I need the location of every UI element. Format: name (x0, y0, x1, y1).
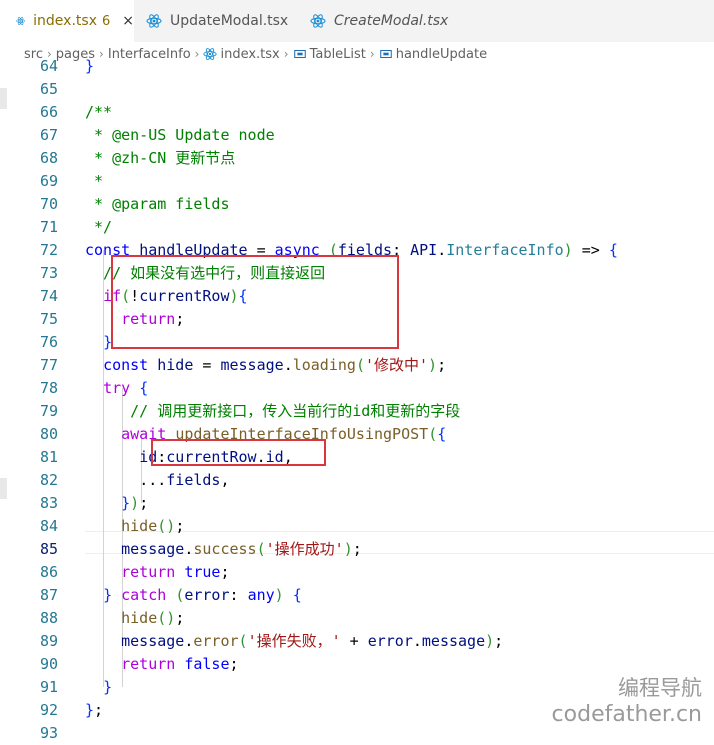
tab-label: UpdateModal.tsx (170, 13, 289, 29)
code-text: } (103, 678, 113, 696)
line-number: 87 (39, 586, 58, 604)
line-number: 73 (39, 264, 58, 282)
line-number: 64 (39, 57, 58, 75)
tab-label: index.tsx (33, 13, 97, 29)
code-line: 78 try { (0, 377, 714, 400)
line-number: 84 (39, 517, 58, 535)
code-line: 77 const hide = message.loading('修改中'); (0, 354, 714, 377)
code-text: }); (121, 494, 149, 512)
code-text: } (85, 57, 95, 75)
code-text: } (103, 333, 113, 351)
line-number: 89 (39, 632, 58, 650)
line-number: 66 (39, 103, 58, 121)
line-number: 75 (39, 310, 58, 328)
line-number: 65 (39, 80, 58, 98)
code-line: 87 } catch (error: any) { (0, 584, 714, 607)
line-number: 68 (39, 149, 58, 167)
code-line: 91 } (0, 676, 714, 699)
code-line: 85 message.success('操作成功'); (0, 538, 714, 561)
watermark-title: 编程导航 (618, 676, 702, 700)
code-line: 86 return true; (0, 561, 714, 584)
code-text: * @zh-CN 更新节点 (85, 149, 236, 167)
code-text: const hide = message.loading('修改中'); (103, 356, 447, 374)
code-line: 82 ...fields, (0, 469, 714, 492)
code-text: try { (103, 379, 149, 397)
line-number: 78 (39, 379, 58, 397)
line-number: 76 (39, 333, 58, 351)
code-line: 70 * @param fields (0, 193, 714, 216)
line-number: 74 (39, 287, 58, 305)
react-icon (310, 14, 326, 28)
code-text: * @param fields (85, 195, 230, 213)
tab-index-tsx[interactable]: index.tsx 6 × (0, 0, 134, 42)
code-line: 69 * (0, 170, 714, 193)
code-text: return false; (121, 655, 239, 673)
code-text: message.success('操作成功'); (121, 540, 362, 558)
code-line: 68 * @zh-CN 更新节点 (0, 147, 714, 170)
react-icon (146, 14, 162, 28)
line-number: 77 (39, 356, 58, 374)
code-line: 81 id:currentRow.id, (0, 446, 714, 469)
line-number: 69 (39, 172, 58, 190)
line-number: 83 (39, 494, 58, 512)
code-line: 80 await updateInterfaceInfoUsingPOST({ (0, 423, 714, 446)
line-number: 70 (39, 195, 58, 213)
code-text: message.error('操作失败，' + error.message); (121, 632, 504, 650)
line-number: 85 (39, 540, 58, 558)
line-number: 67 (39, 126, 58, 144)
code-line: 79 // 调用更新接口，传入当前行的id和更新的字段 (0, 400, 714, 423)
code-line: 83 }); (0, 492, 714, 515)
code-text: * @en-US Update node (85, 126, 275, 144)
highlight-box-null-check (111, 255, 399, 349)
code-line: 64} (0, 55, 714, 78)
tab-label: CreateModal.tsx (334, 13, 449, 29)
line-number: 92 (39, 701, 58, 719)
line-number: 79 (39, 402, 58, 420)
line-number: 88 (39, 609, 58, 627)
react-icon (16, 17, 25, 25)
tab-createmodal-tsx[interactable]: CreateModal.tsx (298, 0, 456, 42)
tab-bar: index.tsx 6 × UpdateModal.tsx CreateModa… (0, 0, 714, 42)
line-number: 82 (39, 471, 58, 489)
problem-count-badge: 6 (101, 13, 111, 29)
watermark-url: codefather.cn (551, 702, 702, 727)
code-text: hide(); (121, 517, 185, 535)
code-text: ...fields, (139, 471, 230, 489)
code-line: 71 */ (0, 216, 714, 239)
code-line: 88 hide(); (0, 607, 714, 630)
code-text: // 调用更新接口，传入当前行的id和更新的字段 (85, 402, 461, 420)
code-line: 84 hide(); (0, 515, 714, 538)
code-line: 67 * @en-US Update node (0, 124, 714, 147)
highlight-box-id-field (151, 439, 326, 466)
code-text: * (85, 172, 104, 190)
code-text: return true; (121, 563, 230, 581)
code-text: */ (85, 218, 113, 236)
line-number: 71 (39, 218, 58, 236)
close-icon[interactable]: × (122, 13, 134, 29)
code-text: /** (85, 103, 113, 121)
code-text: } catch (error: any) { (103, 586, 302, 604)
line-number: 80 (39, 425, 58, 443)
tab-updatemodal-tsx[interactable]: UpdateModal.tsx (134, 0, 298, 42)
code-text: }; (85, 701, 104, 719)
code-line: 65 (0, 78, 714, 101)
code-line: 89 message.error('操作失败，' + error.message… (0, 630, 714, 653)
code-line: 90 return false; (0, 653, 714, 676)
code-editor[interactable]: 64} 65 66/** 67 * @en-US Update node 68 * @z… (0, 57, 714, 742)
code-text: hide(); (121, 609, 185, 627)
line-number: 90 (39, 655, 58, 673)
code-line: 66 /** (0, 101, 714, 124)
line-number: 91 (39, 678, 58, 696)
line-number: 86 (39, 563, 58, 581)
line-number: 81 (39, 448, 58, 466)
line-number: 72 (39, 241, 58, 259)
